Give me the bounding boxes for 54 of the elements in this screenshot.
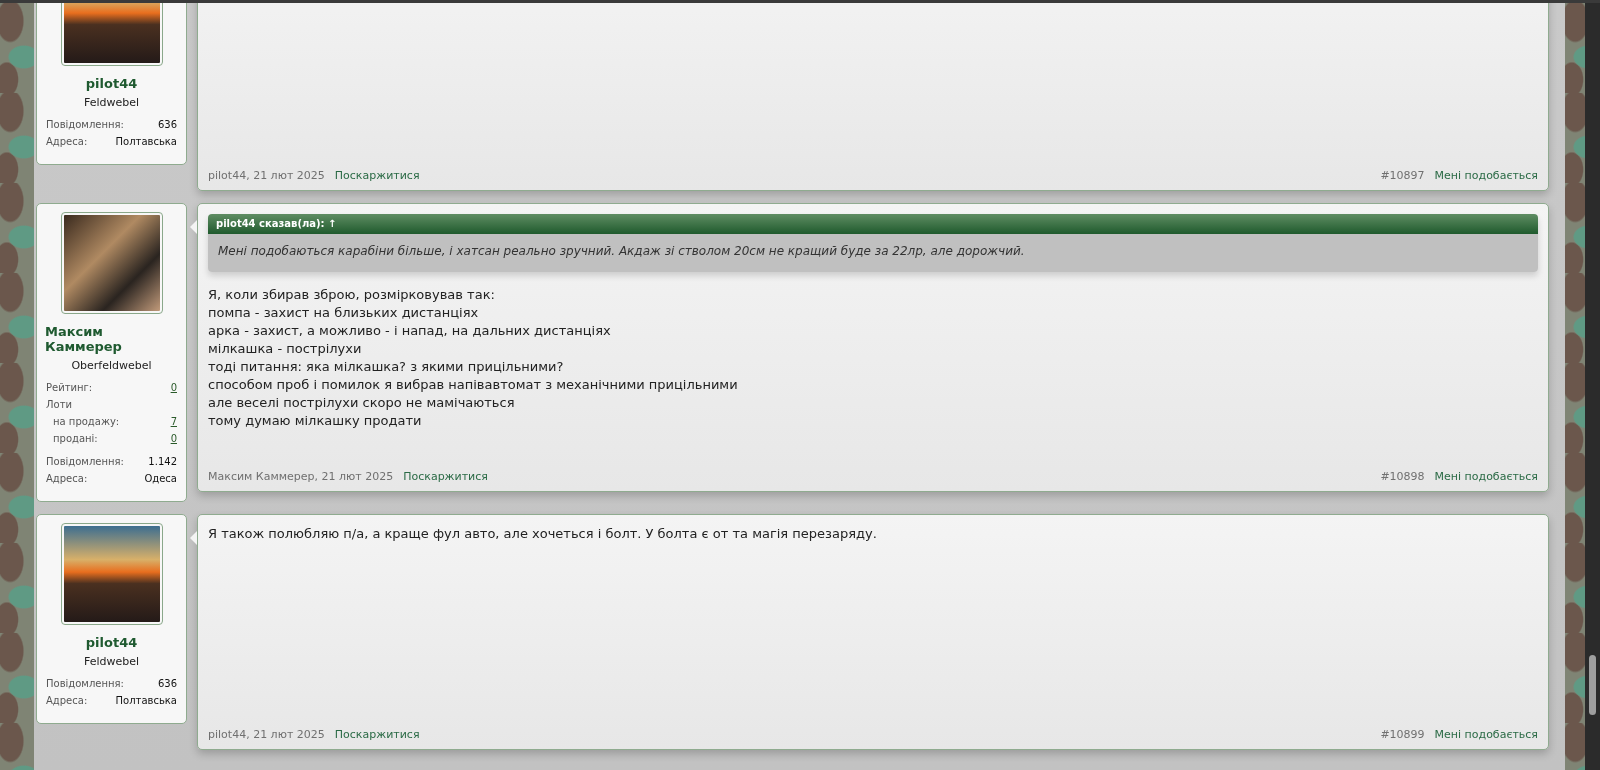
- post-author-date: pilot44, 21 лют 2025: [208, 728, 325, 742]
- user-rank: Feldwebel: [83, 655, 140, 668]
- field-value: Полтавська: [115, 694, 177, 708]
- post-number-link[interactable]: #10897: [1380, 169, 1425, 183]
- quote-text: Мені подобаються карабіни більше, і хатсан реально зручний. Акдаж зі стволом 20см не кращий буде за 22лр, але дорожчий.: [208, 234, 1538, 272]
- field-value-link[interactable]: 0: [170, 430, 177, 447]
- field-label: Адреса:: [46, 694, 88, 708]
- like-link[interactable]: Мені подобається: [1434, 470, 1538, 484]
- field-value: 1.142: [148, 455, 177, 469]
- username-link[interactable]: pilot44: [85, 635, 138, 650]
- report-link[interactable]: Поскаржитися: [334, 728, 420, 742]
- avatar-photo[interactable]: [61, 524, 162, 624]
- report-link[interactable]: Поскаржитися: [334, 169, 420, 183]
- field-value-link[interactable]: 7: [170, 413, 177, 430]
- message-text-line: Я також полюбляю п/а, а краще фул авто, але хочеться і болт. У болта є от та магія перезаряду.: [208, 525, 878, 543]
- like-link[interactable]: Мені подобається: [1434, 728, 1538, 742]
- field-label: Повідомлення:: [46, 455, 124, 469]
- post-author-date: pilot44, 21 лют 2025: [208, 169, 325, 183]
- field-group-label: Лоти: [46, 398, 72, 412]
- message-text-line: тому думаю мілкашку продати: [208, 412, 423, 430]
- message-text-line: арка - захист, а можливо - і напад, на дальних дистанціях: [208, 322, 612, 340]
- field-value: 636: [157, 118, 177, 132]
- field-label: Рейтинг:: [46, 381, 93, 395]
- post-author-date: Максим Каммерер, 21 лют 2025: [208, 470, 394, 484]
- message-text-line: способом проб і помилок я вибрав напівавтомат з механічними прицільними: [208, 376, 739, 394]
- field-value: 636: [157, 677, 177, 691]
- user-rank: Feldwebel: [83, 96, 140, 109]
- report-link[interactable]: Поскаржитися: [403, 470, 488, 484]
- scrollbar-thumb[interactable]: [1589, 655, 1596, 715]
- message-text-line: мілкашка - пострілухи: [208, 340, 363, 358]
- field-label: Адреса:: [46, 472, 88, 486]
- message-text-line: помпа - захист на близьких дистанціях: [208, 304, 480, 322]
- quote-attribution[interactable]: pilot44 сказав(ла): ↑: [208, 214, 1538, 234]
- username-link[interactable]: pilot44: [85, 76, 138, 91]
- like-link[interactable]: Мені подобається: [1434, 169, 1538, 183]
- post-number-link[interactable]: #10898: [1380, 470, 1425, 484]
- username-link[interactable]: Максим Каммерер: [45, 324, 178, 354]
- field-value: Полтавська: [115, 135, 177, 149]
- field-value: Одеса: [144, 472, 177, 486]
- message-text-line: Я, коли збирав зброю, розмірковував так:: [208, 286, 496, 304]
- user-rank: Oberfeldwebel: [71, 359, 152, 372]
- field-label: на продажу:: [53, 415, 120, 429]
- field-value-link[interactable]: 0: [170, 379, 177, 396]
- message-text-line: але веселі пострілухи скоро не мамічаються: [208, 394, 516, 412]
- field-label: Повідомлення:: [46, 118, 124, 132]
- speech-pointer: [190, 220, 197, 234]
- field-label: продані:: [53, 432, 98, 446]
- message-text-line: тоді питання: яка мілкашка? з якими прицільними?: [208, 358, 565, 376]
- speech-pointer: [190, 531, 197, 545]
- field-label: Повідомлення:: [46, 677, 124, 691]
- post-number-link[interactable]: #10899: [1380, 728, 1425, 742]
- field-label: Адреса:: [46, 135, 88, 149]
- scrollbar[interactable]: [1585, 3, 1600, 770]
- avatar-photo[interactable]: [61, 213, 162, 313]
